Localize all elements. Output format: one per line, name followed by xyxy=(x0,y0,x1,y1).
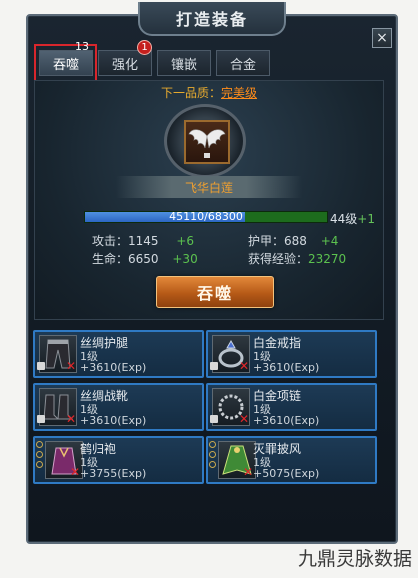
close-button[interactable]: × xyxy=(372,28,392,48)
item-slot[interactable] xyxy=(184,120,230,164)
lock-icon xyxy=(37,415,45,423)
next-quality: 下一品质：完美级 xyxy=(0,84,418,101)
chain-icon xyxy=(36,441,43,448)
chain-icon xyxy=(209,461,216,468)
lock-icon xyxy=(210,415,218,423)
material-card[interactable]: ✕ 丝绸战靴 1级 +3610(Exp) xyxy=(33,383,204,431)
stat-armor-value: 护甲：688 xyxy=(248,234,307,248)
remove-x-icon[interactable]: ✕ xyxy=(66,359,76,373)
stat-armor-plus: +4 xyxy=(320,234,339,248)
remove-x-icon[interactable]: ✕ xyxy=(239,412,249,426)
item-level: 44级+1 xyxy=(330,210,375,227)
stat-armor: 护甲：688 +4 xyxy=(248,232,338,249)
watermark: 九鼎灵脉数据 xyxy=(297,548,412,570)
next-quality-label: 下一品质： xyxy=(160,86,221,100)
material-card[interactable]: ✕ 白金戒指 1级 +3610(Exp) xyxy=(206,330,377,378)
stat-life-plus: +30 xyxy=(172,252,198,266)
chain-icon xyxy=(209,441,216,448)
chain-icon xyxy=(36,451,43,458)
stat-attack-plus: +6 xyxy=(176,234,195,248)
exp-bar-text: 45110/68300 xyxy=(169,210,243,223)
enhance-notification-badge: 1 xyxy=(137,40,152,55)
material-exp: +3755(Exp) xyxy=(80,467,147,480)
stat-attack: 攻击：1145 +6 xyxy=(92,232,194,249)
material-card[interactable]: ✕ 灭罪披风 1级 +5075(Exp) xyxy=(206,436,377,484)
item-level-plus: +1 xyxy=(357,212,375,226)
lock-icon xyxy=(37,362,45,370)
chain-icon xyxy=(209,451,216,458)
material-card[interactable]: ✕ 鹤归袍 1级 +3755(Exp) xyxy=(33,436,204,484)
chain-icon xyxy=(36,461,43,468)
item-name: 飞华白莲 xyxy=(116,176,302,198)
lock-icon xyxy=(210,362,218,370)
stat-exp-gain-label: 获得经验： xyxy=(248,252,309,266)
remove-x-icon[interactable]: ✕ xyxy=(239,359,249,373)
stat-exp-gain-value: 23270 xyxy=(308,252,347,266)
material-exp: +3610(Exp) xyxy=(253,361,320,374)
devour-count-badge: 13 xyxy=(75,40,89,53)
material-card[interactable]: ✕ 白金项链 1级 +3610(Exp) xyxy=(206,383,377,431)
next-quality-value[interactable]: 完美级 xyxy=(221,86,257,100)
material-card[interactable]: ✕ 丝绸护腿 1级 +3610(Exp) xyxy=(33,330,204,378)
exp-bar: 45110/68300 xyxy=(84,211,328,223)
wings-icon xyxy=(188,129,226,158)
stat-attack-value: 攻击：1145 xyxy=(92,234,159,248)
material-exp: +5075(Exp) xyxy=(253,467,320,480)
window-title: 打造装备 xyxy=(138,2,286,36)
tab-inlay[interactable]: 镶嵌 xyxy=(157,50,211,76)
remove-x-icon[interactable]: ✕ xyxy=(70,465,80,479)
material-exp: +3610(Exp) xyxy=(80,361,147,374)
remove-x-icon[interactable]: ✕ xyxy=(66,412,76,426)
devour-button[interactable]: 吞噬 xyxy=(156,276,274,308)
tab-alloy[interactable]: 合金 xyxy=(216,50,270,76)
stat-life: 生命：6650 +30 xyxy=(92,250,198,267)
stat-life-value: 生命：6650 xyxy=(92,252,159,266)
stat-exp-gain: 获得经验：23270 xyxy=(248,250,346,267)
remove-x-icon[interactable]: ✕ xyxy=(243,465,253,479)
material-exp: +3610(Exp) xyxy=(253,414,320,427)
material-exp: +3610(Exp) xyxy=(80,414,147,427)
item-level-value: 44级 xyxy=(330,212,358,226)
